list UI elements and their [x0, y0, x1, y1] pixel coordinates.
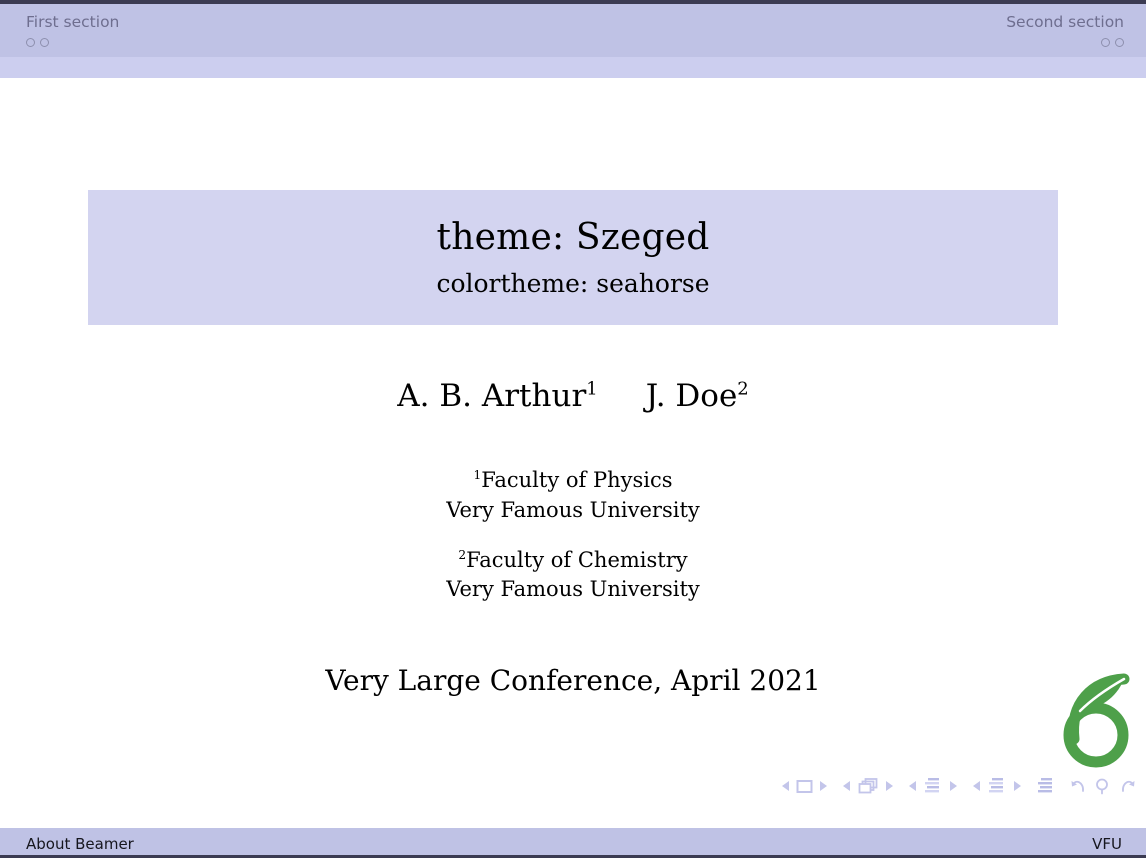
- author-affiliation-mark-2: 2: [737, 378, 749, 400]
- triangle-right-icon[interactable]: [885, 780, 894, 792]
- author-name-2: J. Doe: [645, 378, 738, 414]
- frame-navigation[interactable]: [842, 777, 894, 795]
- nav-section-label-first[interactable]: First section: [26, 4, 119, 31]
- mini-frame-dot[interactable]: [26, 37, 35, 47]
- section-navigation-bar: First section Second section: [0, 4, 1146, 57]
- mini-frames-second: [1006, 37, 1124, 47]
- footer-institute: VFU: [1092, 835, 1122, 853]
- triangle-left-icon[interactable]: [972, 780, 981, 792]
- search-icon[interactable]: [1094, 777, 1112, 795]
- page-subtitle: colortheme: seahorse: [436, 268, 710, 298]
- section-navigation[interactable]: [972, 776, 1022, 796]
- slide-footline: About Beamer VFU: [0, 828, 1146, 858]
- section-lines-icon[interactable]: [987, 776, 1007, 796]
- document-lines-icon[interactable]: [1036, 776, 1056, 796]
- triangle-left-icon[interactable]: [908, 780, 917, 792]
- conference-date: Very Large Conference, April 2021: [325, 664, 821, 697]
- institute-entry-1: 1Faculty of Physics Very Famous Universi…: [0, 466, 1146, 526]
- nav-section-first[interactable]: First section: [26, 4, 119, 57]
- institute-list: 1Faculty of Physics Very Famous Universi…: [0, 466, 1146, 605]
- mini-frame-dot[interactable]: [1115, 37, 1124, 47]
- nav-section-label-second[interactable]: Second section: [1006, 4, 1124, 31]
- beamer-navigation-symbols[interactable]: [781, 774, 1138, 798]
- institute-department-2: Faculty of Chemistry: [466, 547, 688, 572]
- institute-department-line-1: 1Faculty of Physics: [0, 466, 1146, 496]
- nav-section-second[interactable]: Second section: [1006, 4, 1124, 57]
- institute-mark-2: 2: [458, 547, 467, 562]
- overleaf-logo: [1052, 667, 1140, 770]
- mini-frames-first: [26, 37, 119, 47]
- subsection-navigation[interactable]: [908, 776, 958, 796]
- triangle-left-icon[interactable]: [842, 780, 851, 792]
- author-name-1: A. B. Arthur: [397, 378, 587, 414]
- subsection-lines-icon[interactable]: [923, 776, 943, 796]
- mini-frame-dot[interactable]: [1101, 37, 1110, 47]
- institute-department-1: Faculty of Physics: [481, 468, 673, 492]
- institute-university-2: Very Famous University: [446, 577, 700, 602]
- subsection-navigation-bar: [0, 57, 1146, 78]
- institute-department-line-2: 2Faculty of Chemistry: [0, 546, 1146, 576]
- page-title: theme: Szeged: [436, 216, 710, 258]
- triangle-right-icon[interactable]: [949, 780, 958, 792]
- misc-navigation[interactable]: [1070, 777, 1136, 795]
- triangle-right-icon[interactable]: [819, 780, 828, 792]
- author-entry-2: J. Doe2: [646, 378, 749, 414]
- stacked-frames-icon[interactable]: [857, 777, 879, 795]
- back-icon[interactable]: [1070, 777, 1088, 795]
- institute-university-1: Very Famous University: [446, 497, 700, 522]
- presentation-navigation[interactable]: [1036, 776, 1056, 796]
- author-affiliation-mark-1: 1: [586, 378, 598, 400]
- triangle-left-icon[interactable]: [781, 780, 790, 792]
- square-icon[interactable]: [796, 778, 813, 795]
- slide-headline: First section Second section: [0, 0, 1146, 78]
- mini-frame-dot[interactable]: [40, 37, 49, 47]
- footer-title: About Beamer: [26, 835, 134, 853]
- slide-body: theme: Szeged colortheme: seahorse A. B.…: [0, 78, 1146, 828]
- title-block: theme: Szeged colortheme: seahorse: [88, 190, 1058, 325]
- institute-entry-2: 2Faculty of Chemistry Very Famous Univer…: [0, 546, 1146, 606]
- triangle-right-icon[interactable]: [1013, 780, 1022, 792]
- forward-icon[interactable]: [1118, 777, 1136, 795]
- slide-navigation[interactable]: [781, 778, 828, 795]
- author-entry-1: A. B. Arthur1: [397, 378, 597, 414]
- author-line: A. B. Arthur1 J. Doe2: [0, 378, 1146, 414]
- beamer-slide: First section Second section theme: Szeg…: [0, 0, 1146, 858]
